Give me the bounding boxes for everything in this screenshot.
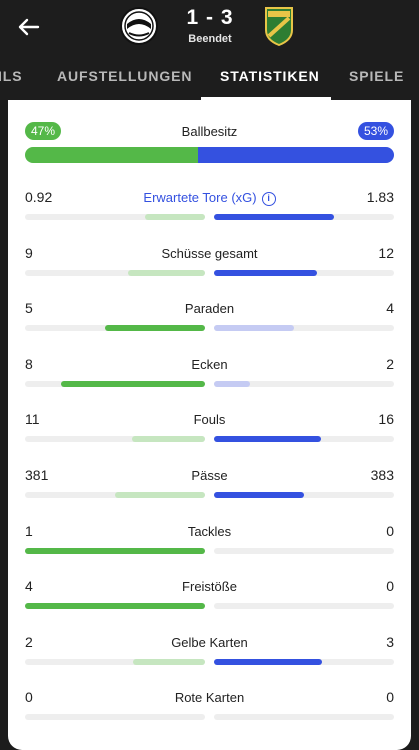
home-stat-bar bbox=[131, 436, 205, 443]
away-stat-track bbox=[214, 436, 394, 443]
home-stat-track bbox=[25, 214, 205, 220]
away-stat-value: 0 bbox=[386, 689, 394, 706]
away-stat-track bbox=[214, 325, 394, 332]
stat-label-text: Erwartete Tore (xG) bbox=[143, 190, 257, 205]
stat-label-text: Schüsse gesamt bbox=[161, 245, 258, 261]
home-stat-track bbox=[25, 436, 205, 443]
stat-label-text: Freistöße bbox=[182, 579, 237, 595]
home-stat-track bbox=[25, 603, 205, 610]
stat-label: Tackles bbox=[8, 524, 411, 539]
home-stat-track bbox=[25, 325, 205, 332]
home-possession-fill bbox=[25, 147, 199, 163]
stat-row: 2 Gelbe Karten 3 bbox=[8, 634, 411, 674]
home-stat-track bbox=[25, 492, 205, 498]
home-stat-bar bbox=[127, 269, 205, 276]
stat-row: 1 Tackles 0 bbox=[8, 523, 411, 563]
away-stat-value: 0 bbox=[386, 522, 394, 539]
stat-label: Freistöße bbox=[8, 579, 411, 594]
stat-label-text: Fouls bbox=[193, 412, 226, 428]
away-stat-track bbox=[214, 492, 394, 498]
back-arrow-icon[interactable] bbox=[14, 12, 44, 42]
home-stat-track bbox=[25, 547, 205, 554]
stat-label-text: Pässe bbox=[191, 468, 228, 483]
possession-label: Ballbesitz bbox=[181, 124, 238, 139]
away-stat-value: 1.83 bbox=[366, 189, 394, 205]
away-stat-bar bbox=[214, 214, 334, 220]
away-stat-track bbox=[214, 547, 394, 554]
away-stat-value: 0 bbox=[386, 578, 394, 595]
tab-matches[interactable]: SPIELE bbox=[349, 68, 404, 84]
home-stat-bar bbox=[105, 325, 205, 332]
stat-label: Schüsse gesamt bbox=[8, 246, 411, 261]
home-stat-track bbox=[25, 269, 205, 276]
match-status: Beendet bbox=[188, 33, 232, 45]
stat-label: Ecken bbox=[8, 357, 411, 372]
stat-row: 0.92 Erwartete Tore (xG) i 1.83 bbox=[8, 189, 411, 229]
home-stat-bar bbox=[61, 380, 205, 387]
tab-statistics[interactable]: STATISTIKEN bbox=[220, 68, 320, 84]
away-stat-track bbox=[214, 714, 394, 721]
statistics-card: 47% Ballbesitz 53% 0.92 Erwartete Tore (x… bbox=[8, 100, 411, 750]
home-stat-track bbox=[25, 714, 205, 721]
stat-label: Paraden bbox=[8, 301, 411, 316]
away-stat-track bbox=[214, 380, 394, 387]
tab-details[interactable]: ILS bbox=[0, 68, 22, 84]
stat-label-text: Gelbe Karten bbox=[171, 634, 248, 650]
away-stat-bar bbox=[214, 269, 317, 276]
away-stat-bar bbox=[214, 658, 322, 665]
away-stat-value: 383 bbox=[370, 467, 394, 483]
home-stat-bar bbox=[25, 547, 205, 554]
home-stat-bar bbox=[25, 603, 205, 610]
info-icon[interactable]: i bbox=[261, 192, 276, 206]
away-stat-value: 2 bbox=[386, 355, 394, 372]
away-stat-value: 12 bbox=[378, 244, 394, 261]
away-possession-fill bbox=[198, 147, 394, 163]
away-stat-track bbox=[214, 214, 394, 220]
home-stat-track bbox=[25, 380, 205, 387]
stat-label-text: Ecken bbox=[191, 356, 228, 372]
away-stat-track bbox=[214, 603, 394, 610]
match-score: 1 - 3 bbox=[186, 6, 234, 29]
home-stat-bar bbox=[115, 492, 205, 498]
away-stat-track bbox=[214, 658, 394, 665]
stat-row: 5 Paraden 4 bbox=[8, 300, 411, 340]
home-stat-track bbox=[25, 658, 205, 665]
stat-row: 11 Fouls 16 bbox=[8, 411, 411, 451]
stat-label-text: Tackles bbox=[187, 523, 232, 539]
away-team-crest-icon[interactable] bbox=[264, 6, 294, 46]
stat-label: Fouls bbox=[8, 412, 411, 427]
tab-lineups[interactable]: AUFSTELLUNGEN bbox=[57, 68, 192, 84]
away-stat-value: 4 bbox=[386, 300, 394, 317]
stat-label-text: Paraden bbox=[184, 301, 235, 317]
stat-row: 381 Pässe 383 bbox=[8, 467, 411, 507]
home-team-crest-icon[interactable] bbox=[119, 6, 159, 46]
stat-label: Gelbe Karten bbox=[8, 635, 411, 650]
stat-row: 9 Schüsse gesamt 12 bbox=[8, 245, 411, 285]
away-stat-bar bbox=[214, 436, 321, 443]
stat-row: 8 Ecken 2 bbox=[8, 356, 411, 396]
away-stat-bar bbox=[214, 380, 250, 387]
stat-label: Pässe bbox=[8, 468, 411, 483]
stat-row: 4 Freistöße 0 bbox=[8, 578, 411, 618]
stat-label[interactable]: Erwartete Tore (xG) i bbox=[8, 190, 411, 206]
away-stat-track bbox=[214, 269, 394, 276]
stat-label-text: Rote Karten bbox=[174, 690, 245, 706]
tab-bar: ILS AUFSTELLUNGEN STATISTIKEN SPIELE bbox=[0, 58, 419, 100]
away-possession-badge: 53% bbox=[357, 122, 394, 140]
stat-row: 0 Rote Karten 0 bbox=[8, 689, 411, 729]
away-stat-bar bbox=[214, 492, 305, 498]
match-header: 1 - 3 Beendet bbox=[0, 0, 419, 58]
away-stat-bar bbox=[214, 325, 294, 332]
possession-row: 47% Ballbesitz 53% bbox=[8, 122, 411, 142]
away-stat-value: 16 bbox=[378, 411, 394, 428]
home-stat-bar bbox=[144, 214, 205, 220]
possession-bar bbox=[25, 147, 394, 163]
stat-label: Rote Karten bbox=[8, 690, 411, 705]
away-stat-value: 3 bbox=[386, 633, 394, 650]
home-stat-bar bbox=[133, 658, 205, 665]
